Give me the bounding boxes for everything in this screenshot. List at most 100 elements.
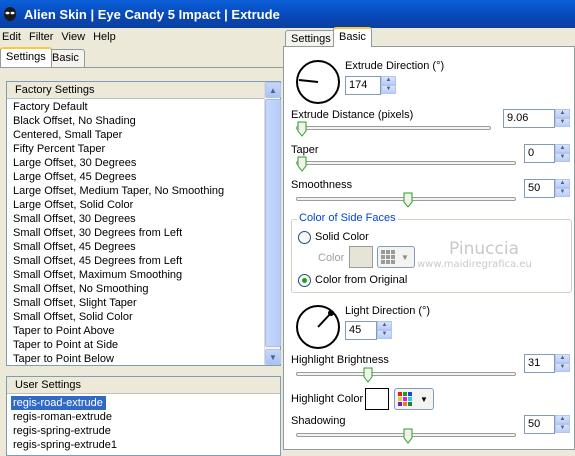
color-label: Color xyxy=(318,252,345,264)
highlight-color-swatch[interactable] xyxy=(365,388,389,410)
list-item[interactable]: Fifty Percent Taper xyxy=(7,142,265,156)
shadowing-spinner[interactable]: ▲ ▼ xyxy=(555,415,570,434)
alien-skin-app-icon xyxy=(4,7,16,21)
spin-down-icon[interactable]: ▼ xyxy=(555,118,570,127)
list-item[interactable]: Taper to Point Above xyxy=(7,324,265,338)
scroll-thumb[interactable] xyxy=(265,99,281,347)
menu-view[interactable]: View xyxy=(59,31,91,43)
smoothness-spinner[interactable]: ▲ ▼ xyxy=(555,179,570,198)
color-grid-icon xyxy=(381,250,395,264)
list-item[interactable]: Small Offset, 30 Degrees xyxy=(7,212,265,226)
light-direction-spinner[interactable]: ▲ ▼ xyxy=(377,321,392,340)
list-item[interactable]: Large Offset, Medium Taper, No Smoothing xyxy=(7,184,265,198)
dial-needle-icon xyxy=(317,310,334,328)
list-item[interactable]: Small Offset, 45 Degrees xyxy=(7,240,265,254)
settings-panel: Factory Settings Factory Default Black O… xyxy=(0,67,283,456)
extrude-distance-track[interactable] xyxy=(296,126,491,130)
taper-label: Taper xyxy=(291,144,319,156)
taper-spinner[interactable]: ▲ ▼ xyxy=(555,144,570,163)
menu-filter[interactable]: Filter xyxy=(27,31,59,43)
tab-basic-left[interactable]: Basic xyxy=(46,49,85,67)
basic-panel: Extrude Direction (°) 174 ▲ ▼ Extrude Dis… xyxy=(283,46,575,450)
side-face-color-picker-button[interactable]: ▼ xyxy=(377,246,415,268)
color-from-original-radio[interactable] xyxy=(298,274,311,287)
taper-slider-thumb[interactable] xyxy=(297,156,307,172)
extrude-direction-field[interactable]: 174 xyxy=(345,76,381,95)
list-item[interactable]: Black Offset, No Shading xyxy=(7,114,265,128)
spin-up-icon[interactable]: ▲ xyxy=(555,179,570,188)
shadowing-label: Shadowing xyxy=(291,415,346,427)
spin-up-icon[interactable]: ▲ xyxy=(381,76,396,85)
menu-edit[interactable]: Edit xyxy=(0,31,27,43)
scroll-down-icon[interactable]: ▼ xyxy=(265,349,281,365)
spin-up-icon[interactable]: ▲ xyxy=(555,109,570,118)
factory-list-scrollbar[interactable]: ▲ ▼ xyxy=(264,82,281,365)
taper-field[interactable]: 0 xyxy=(524,144,555,163)
highlight-brightness-label: Highlight Brightness xyxy=(291,354,389,366)
shadowing-field[interactable]: 50 xyxy=(524,415,555,434)
smoothness-field[interactable]: 50 xyxy=(524,179,555,198)
side-face-color-swatch[interactable] xyxy=(349,246,373,268)
extrude-distance-spinner[interactable]: ▲ ▼ xyxy=(555,109,570,128)
spin-down-icon[interactable]: ▼ xyxy=(381,85,396,94)
spin-up-icon[interactable]: ▲ xyxy=(555,354,570,363)
extrude-distance-field[interactable]: 9.06 xyxy=(503,109,555,128)
spin-down-icon[interactable]: ▼ xyxy=(555,424,570,433)
spin-up-icon[interactable]: ▲ xyxy=(555,415,570,424)
watermark-name: Pinuccia xyxy=(449,239,519,259)
extrude-direction-dial[interactable] xyxy=(296,60,340,104)
factory-settings-list: Factory Default Black Offset, No Shading… xyxy=(7,100,265,366)
highlight-brightness-field[interactable]: 31 xyxy=(524,354,555,373)
user-settings-group: User Settings regis-road-extrude regis-r… xyxy=(6,376,281,456)
list-item[interactable]: Small Offset, 30 Degrees from Left xyxy=(7,226,265,240)
highlight-color-label: Highlight Color xyxy=(291,393,364,405)
dial-needle-icon xyxy=(298,79,319,83)
menu-help[interactable]: Help xyxy=(91,31,122,43)
dropdown-arrow-icon: ▼ xyxy=(420,394,428,404)
list-item[interactable]: Small Offset, Solid Color xyxy=(7,310,265,324)
side-faces-title: Color of Side Faces xyxy=(297,212,398,224)
taper-track[interactable] xyxy=(296,161,516,165)
spin-down-icon[interactable]: ▼ xyxy=(555,153,570,162)
extrude-distance-slider-thumb[interactable] xyxy=(297,121,307,137)
list-item[interactable]: Factory Default xyxy=(7,100,265,114)
list-item[interactable]: Small Offset, No Smoothing xyxy=(7,282,265,296)
list-item[interactable]: Taper to Point Below xyxy=(7,352,265,366)
list-item[interactable]: Taper to Point at Side xyxy=(7,338,265,352)
highlight-brightness-spinner[interactable]: ▲ ▼ xyxy=(555,354,570,373)
solid-color-radio[interactable] xyxy=(298,231,311,244)
spin-up-icon[interactable]: ▲ xyxy=(377,321,392,330)
list-item[interactable]: regis-roman-extrude xyxy=(7,410,281,424)
list-item[interactable]: Small Offset, 45 Degrees from Left xyxy=(7,254,265,268)
list-item-selected[interactable]: regis-road-extrude xyxy=(11,396,106,410)
smoothness-slider-thumb[interactable] xyxy=(403,192,413,208)
shadowing-slider-thumb[interactable] xyxy=(403,428,413,444)
color-grid-icon xyxy=(398,392,412,406)
light-direction-label: Light Direction (°) xyxy=(345,305,431,317)
light-direction-field[interactable]: 45 xyxy=(345,321,377,340)
light-direction-dial[interactable] xyxy=(296,305,340,349)
highlight-brightness-track[interactable] xyxy=(296,372,516,376)
spin-down-icon[interactable]: ▼ xyxy=(555,363,570,372)
spin-down-icon[interactable]: ▼ xyxy=(555,188,570,197)
list-item[interactable]: Large Offset, Solid Color xyxy=(7,198,265,212)
tab-settings-left[interactable]: Settings xyxy=(0,47,52,67)
scroll-up-icon[interactable]: ▲ xyxy=(265,82,281,98)
spin-up-icon[interactable]: ▲ xyxy=(555,144,570,153)
list-item[interactable]: Large Offset, 45 Degrees xyxy=(7,170,265,184)
tab-basic-right[interactable]: Basic xyxy=(333,27,372,47)
dropdown-arrow-icon: ▼ xyxy=(401,252,409,262)
solid-color-label: Solid Color xyxy=(315,231,369,243)
smoothness-label: Smoothness xyxy=(291,179,353,191)
list-item[interactable]: Small Offset, Slight Taper xyxy=(7,296,265,310)
extrude-distance-label: Extrude Distance (pixels) xyxy=(291,109,414,121)
list-item[interactable]: Large Offset, 30 Degrees xyxy=(7,156,265,170)
list-item[interactable]: Centered, Small Taper xyxy=(7,128,265,142)
highlight-brightness-slider-thumb[interactable] xyxy=(363,367,373,383)
extrude-direction-spinner[interactable]: ▲ ▼ xyxy=(381,76,396,95)
highlight-color-picker-button[interactable]: ▼ xyxy=(394,388,434,410)
list-item[interactable]: Small Offset, Maximum Smoothing xyxy=(7,268,265,282)
list-item[interactable]: regis-spring-extrude xyxy=(7,424,281,438)
window-title: Alien Skin | Eye Candy 5 Impact | Extrud… xyxy=(24,6,280,22)
spin-down-icon[interactable]: ▼ xyxy=(377,330,392,339)
